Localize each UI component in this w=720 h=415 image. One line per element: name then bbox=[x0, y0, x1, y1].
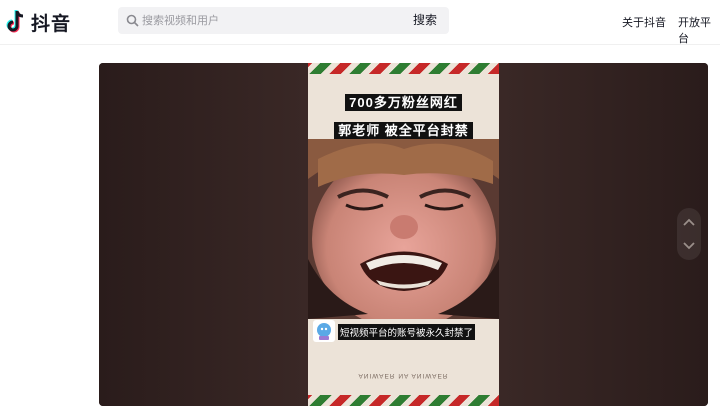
search-button[interactable]: 搜索 bbox=[413, 7, 437, 34]
douyin-logo[interactable]: 抖音 bbox=[6, 9, 71, 35]
video-title-text-2: 郭老师 被全平台封禁 bbox=[334, 122, 473, 139]
video-title-line-2: 郭老师 被全平台封禁 bbox=[308, 120, 499, 140]
chevron-down-icon bbox=[683, 242, 695, 250]
video-title-text-1: 700多万粉丝网红 bbox=[345, 94, 462, 111]
player-blur-left bbox=[99, 63, 308, 406]
logo-text: 抖音 bbox=[31, 13, 72, 35]
sticker-avatar bbox=[313, 320, 335, 342]
nav-about-douyin[interactable]: 关于抖音 bbox=[622, 14, 666, 30]
decorative-stripe-top bbox=[308, 63, 499, 74]
decorative-stripe-bottom bbox=[308, 395, 499, 406]
mirrored-caption: ANIWAER NA ANIWAER bbox=[358, 372, 449, 379]
top-bar: 抖音 搜索 关于抖音 开放平台 bbox=[0, 0, 720, 45]
nav-open-platform[interactable]: 开放平台 bbox=[678, 14, 720, 46]
previous-video-button[interactable] bbox=[677, 210, 701, 234]
tiktok-note-icon bbox=[6, 10, 24, 33]
search-icon bbox=[126, 14, 139, 27]
video-title-line-1: 700多万粉丝网红 bbox=[308, 92, 499, 112]
cartoon-sticker-icon bbox=[317, 323, 331, 340]
search-bar: 搜索 bbox=[118, 7, 449, 34]
video-player[interactable]: 700多万粉丝网红 郭老师 被全平台封禁 短视频平台的账号被永久封禁了 ANIW… bbox=[99, 63, 708, 406]
chevron-up-icon bbox=[683, 218, 695, 226]
video-frame[interactable]: 700多万粉丝网红 郭老师 被全平台封禁 短视频平台的账号被永久封禁了 ANIW… bbox=[308, 63, 499, 406]
search-input[interactable] bbox=[142, 7, 412, 34]
video-nav-controls bbox=[677, 208, 701, 260]
crying-face-image bbox=[308, 139, 499, 319]
video-subtitle: 短视频平台的账号被永久封禁了 bbox=[338, 324, 476, 340]
next-video-button[interactable] bbox=[677, 234, 701, 258]
